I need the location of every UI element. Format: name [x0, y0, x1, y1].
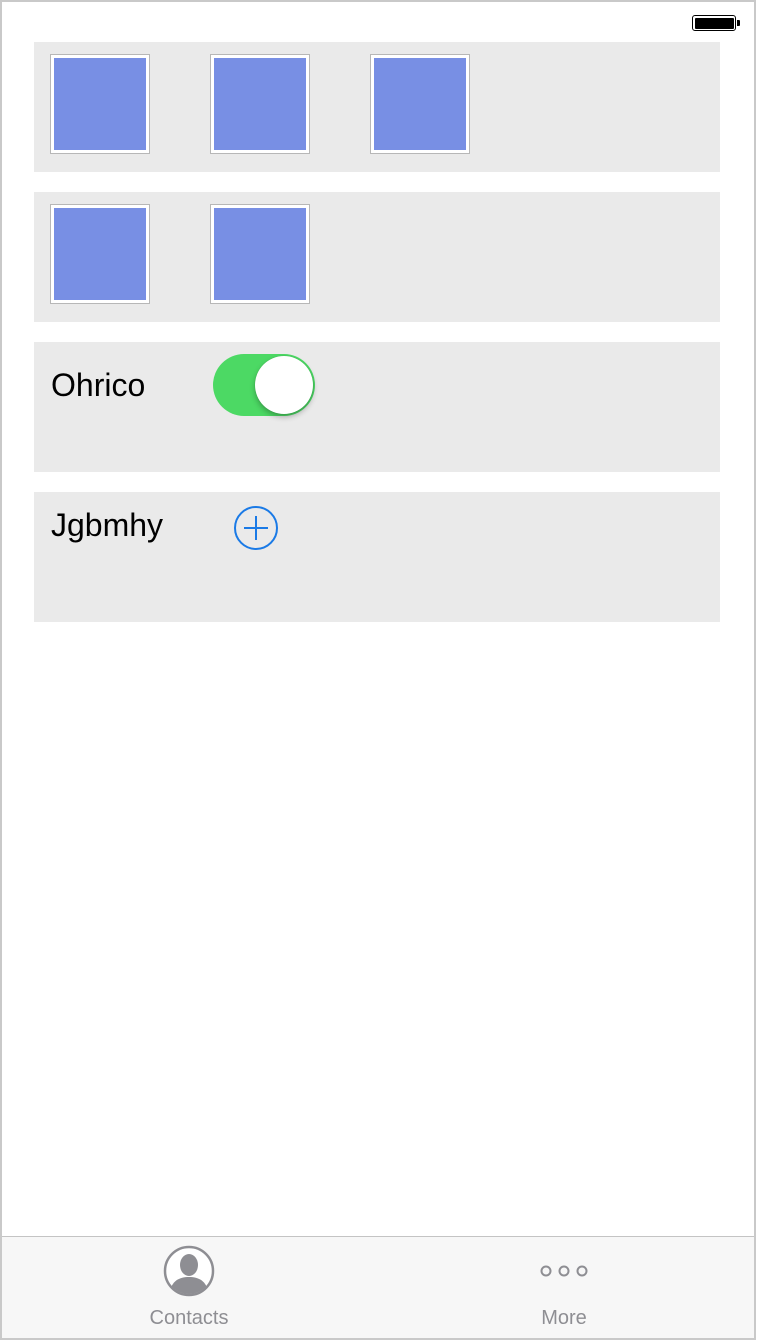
image-row	[34, 192, 720, 322]
image-thumbnail[interactable]	[210, 204, 310, 304]
tab-label: Contacts	[149, 1307, 229, 1329]
tab-contacts[interactable]: Contacts	[89, 1237, 289, 1337]
status-bar	[2, 2, 754, 42]
image-thumbnail[interactable]	[50, 54, 150, 154]
add-circle-icon[interactable]	[232, 504, 280, 552]
toggle-knob	[255, 356, 313, 414]
toggle-switch[interactable]	[213, 354, 315, 416]
tab-label: More	[541, 1307, 587, 1329]
image-row	[34, 42, 720, 172]
battery-icon	[692, 15, 740, 31]
image-thumbnail[interactable]	[50, 204, 150, 304]
toggle-row: Ohrico	[34, 342, 720, 472]
image-thumbnail[interactable]	[210, 54, 310, 154]
contacts-icon	[163, 1245, 215, 1297]
more-icon	[540, 1265, 588, 1277]
image-thumbnail[interactable]	[370, 54, 470, 154]
add-row-label: Jgbmhy	[51, 507, 164, 543]
app-screen: Ohrico Jgbmhy Contacts More	[0, 0, 756, 1340]
tab-bar: Contacts More	[2, 1236, 754, 1338]
toggle-label: Ohrico	[51, 367, 146, 403]
tab-more[interactable]: More	[464, 1237, 664, 1337]
add-row: Jgbmhy	[34, 492, 720, 622]
